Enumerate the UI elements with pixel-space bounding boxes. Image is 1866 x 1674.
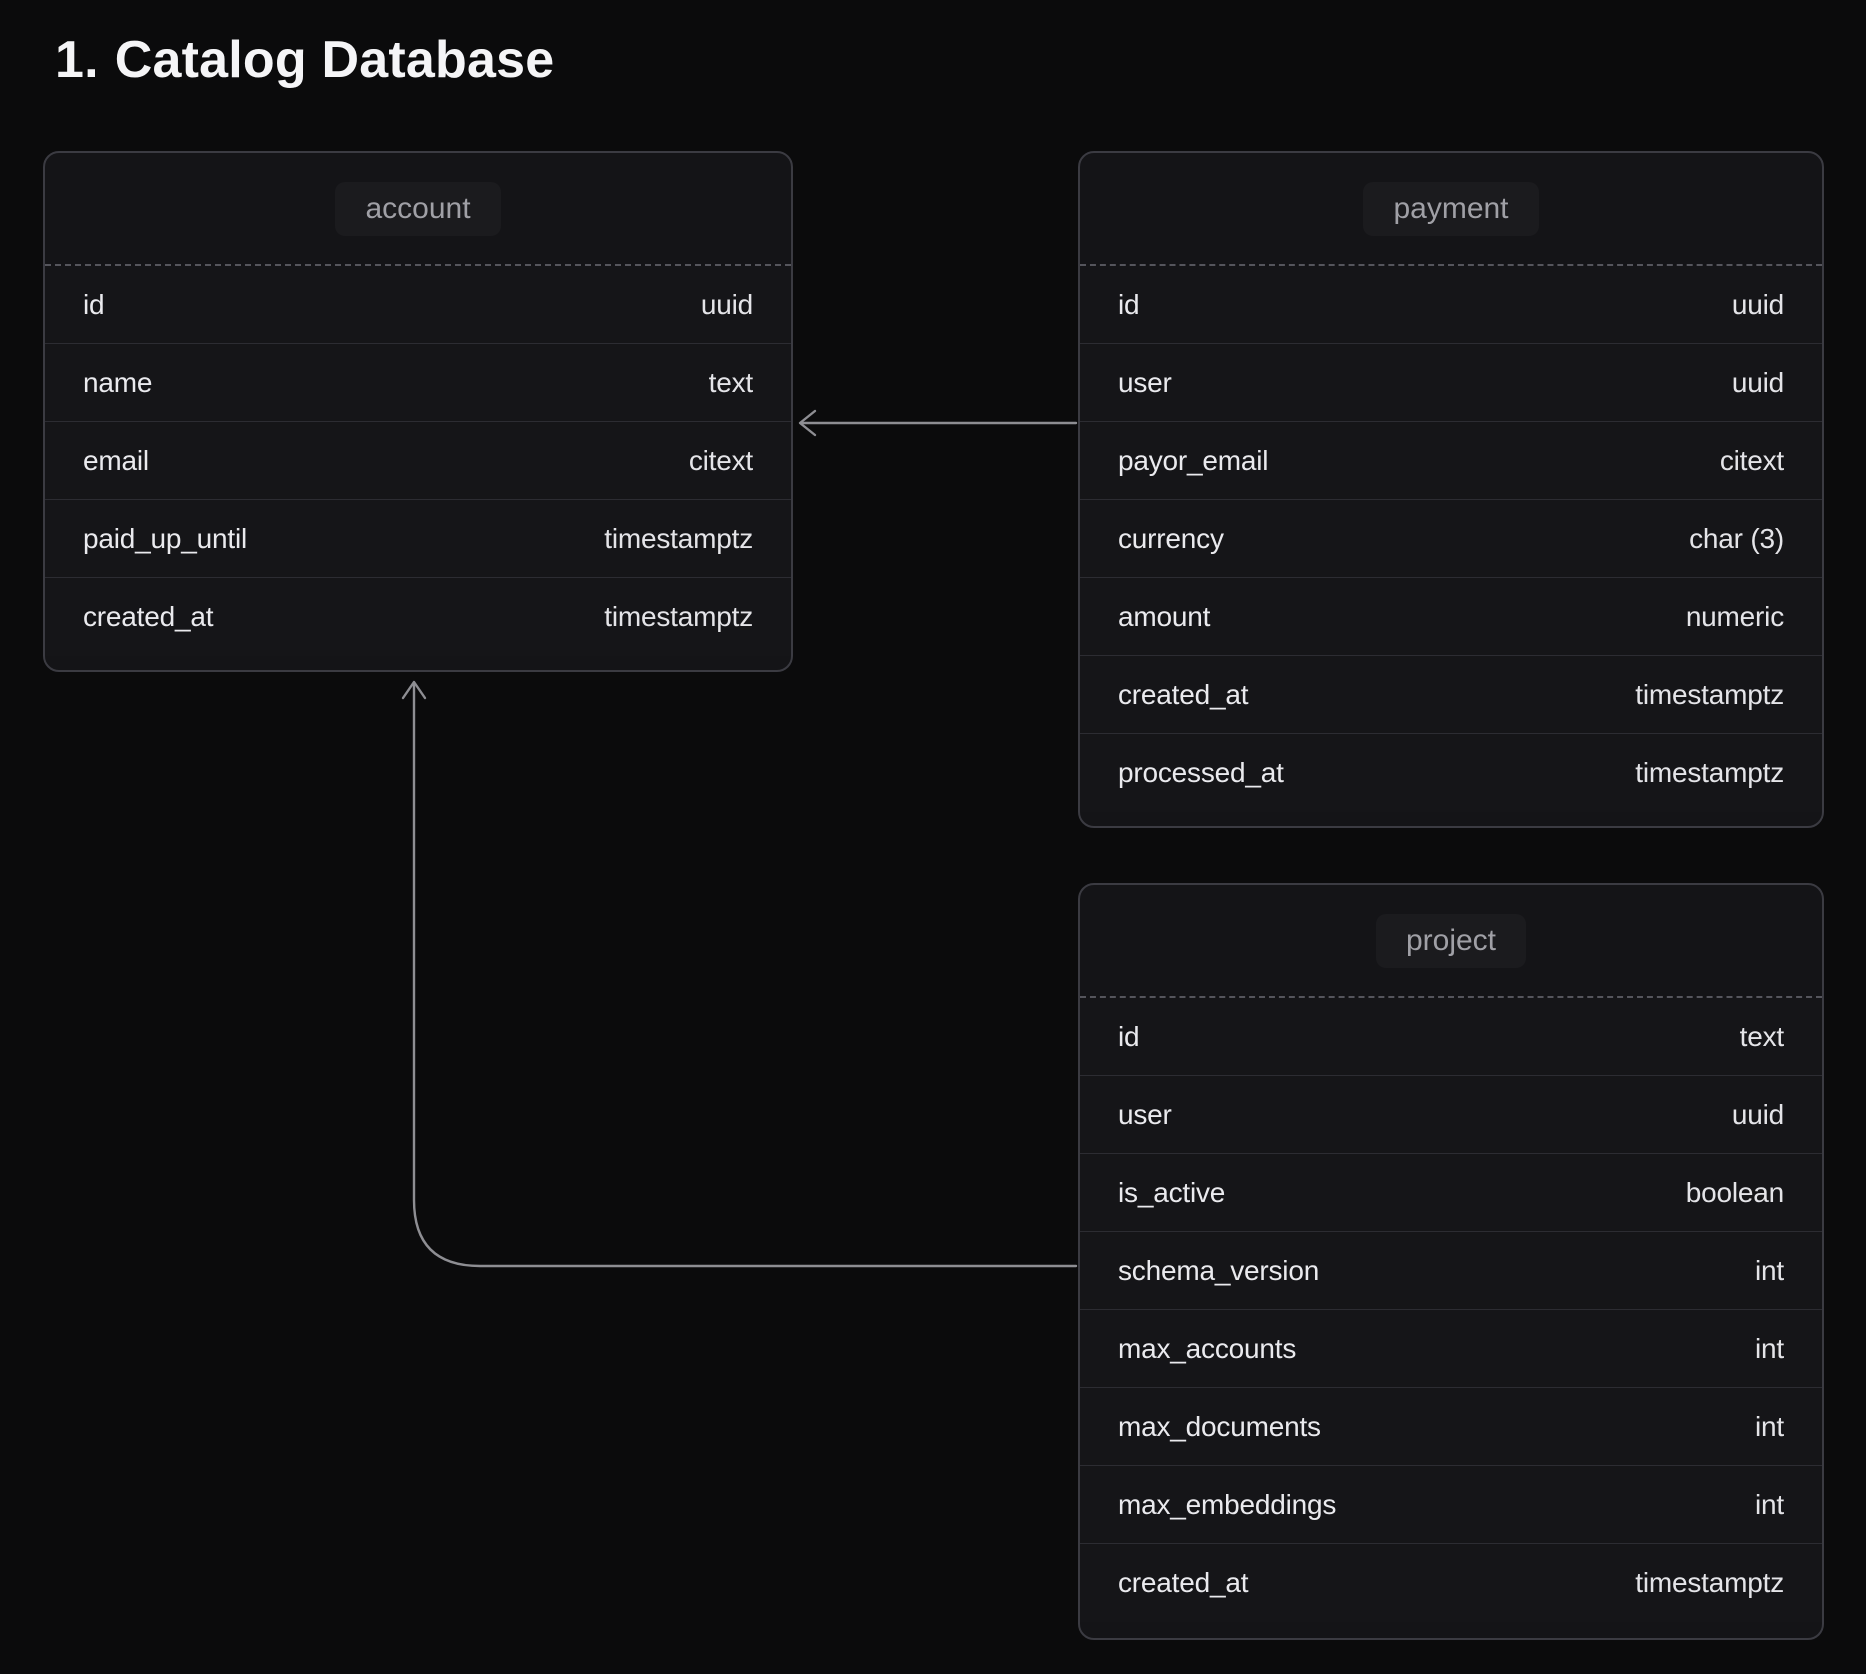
table-row: created_at timestamptz	[45, 578, 791, 656]
column-type: uuid	[1732, 289, 1784, 321]
table-account-header: account	[45, 153, 791, 266]
table-row: payor_email citext	[1080, 422, 1822, 500]
column-name: created_at	[1118, 1567, 1248, 1599]
column-name: user	[1118, 367, 1172, 399]
column-type: uuid	[1732, 367, 1784, 399]
column-type: numeric	[1686, 601, 1784, 633]
column-type: uuid	[1732, 1099, 1784, 1131]
column-type: boolean	[1686, 1177, 1784, 1209]
page-title-text: Catalog Database	[115, 31, 555, 89]
page-title: 1. Catalog Database	[55, 30, 554, 90]
er-diagram-canvas: 1. Catalog Database account id uuid name	[0, 0, 1866, 1674]
column-name: max_documents	[1118, 1411, 1321, 1443]
table-row: created_at timestamptz	[1080, 656, 1822, 734]
table-row: name text	[45, 344, 791, 422]
column-name: email	[83, 445, 149, 477]
column-type: timestamptz	[1635, 679, 1784, 711]
table-project: project id text user uuid is_active bool…	[1078, 883, 1824, 1640]
arrow-payment-to-account	[800, 411, 1076, 435]
column-name: processed_at	[1118, 757, 1284, 789]
table-row: is_active boolean	[1080, 1154, 1822, 1232]
table-project-title: project	[1376, 914, 1526, 968]
table-row: user uuid	[1080, 344, 1822, 422]
column-name: payor_email	[1118, 445, 1268, 477]
column-type: int	[1755, 1489, 1784, 1521]
table-project-header: project	[1080, 885, 1822, 998]
column-name: is_active	[1118, 1177, 1225, 1209]
column-name: paid_up_until	[83, 523, 247, 555]
table-row: email citext	[45, 422, 791, 500]
table-payment: payment id uuid user uuid payor_email ci…	[1078, 151, 1824, 828]
column-name: name	[83, 367, 152, 399]
column-name: max_embeddings	[1118, 1489, 1336, 1521]
column-type: citext	[1720, 445, 1784, 477]
table-row: processed_at timestamptz	[1080, 734, 1822, 812]
table-row: max_accounts int	[1080, 1310, 1822, 1388]
column-type: text	[709, 367, 753, 399]
page-title-number: 1.	[55, 31, 99, 89]
column-type: uuid	[701, 289, 753, 321]
column-type: int	[1755, 1411, 1784, 1443]
column-type: citext	[689, 445, 753, 477]
table-row: paid_up_until timestamptz	[45, 500, 791, 578]
table-row: id text	[1080, 998, 1822, 1076]
table-row: schema_version int	[1080, 1232, 1822, 1310]
column-name: amount	[1118, 601, 1210, 633]
column-name: created_at	[1118, 679, 1248, 711]
column-name: currency	[1118, 523, 1224, 555]
table-row: user uuid	[1080, 1076, 1822, 1154]
column-type: timestamptz	[1635, 757, 1784, 789]
table-row: id uuid	[45, 266, 791, 344]
column-type: int	[1755, 1333, 1784, 1365]
column-name: created_at	[83, 601, 213, 633]
table-row: max_embeddings int	[1080, 1466, 1822, 1544]
table-payment-header: payment	[1080, 153, 1822, 266]
table-row: currency char (3)	[1080, 500, 1822, 578]
column-name: user	[1118, 1099, 1172, 1131]
table-row: amount numeric	[1080, 578, 1822, 656]
column-type: timestamptz	[604, 601, 753, 633]
column-name: id	[1118, 289, 1139, 321]
column-name: id	[83, 289, 104, 321]
column-type: timestamptz	[1635, 1567, 1784, 1599]
table-payment-title: payment	[1363, 182, 1538, 236]
table-row: created_at timestamptz	[1080, 1544, 1822, 1622]
column-type: timestamptz	[604, 523, 753, 555]
table-row: id uuid	[1080, 266, 1822, 344]
column-name: schema_version	[1118, 1255, 1319, 1287]
table-account-title: account	[335, 182, 500, 236]
column-type: int	[1755, 1255, 1784, 1287]
column-name: id	[1118, 1021, 1139, 1053]
column-type: char (3)	[1689, 523, 1784, 555]
table-row: max_documents int	[1080, 1388, 1822, 1466]
column-name: max_accounts	[1118, 1333, 1296, 1365]
column-type: text	[1740, 1021, 1784, 1053]
arrow-project-to-account	[403, 682, 1076, 1266]
table-account: account id uuid name text email citext p…	[43, 151, 793, 672]
